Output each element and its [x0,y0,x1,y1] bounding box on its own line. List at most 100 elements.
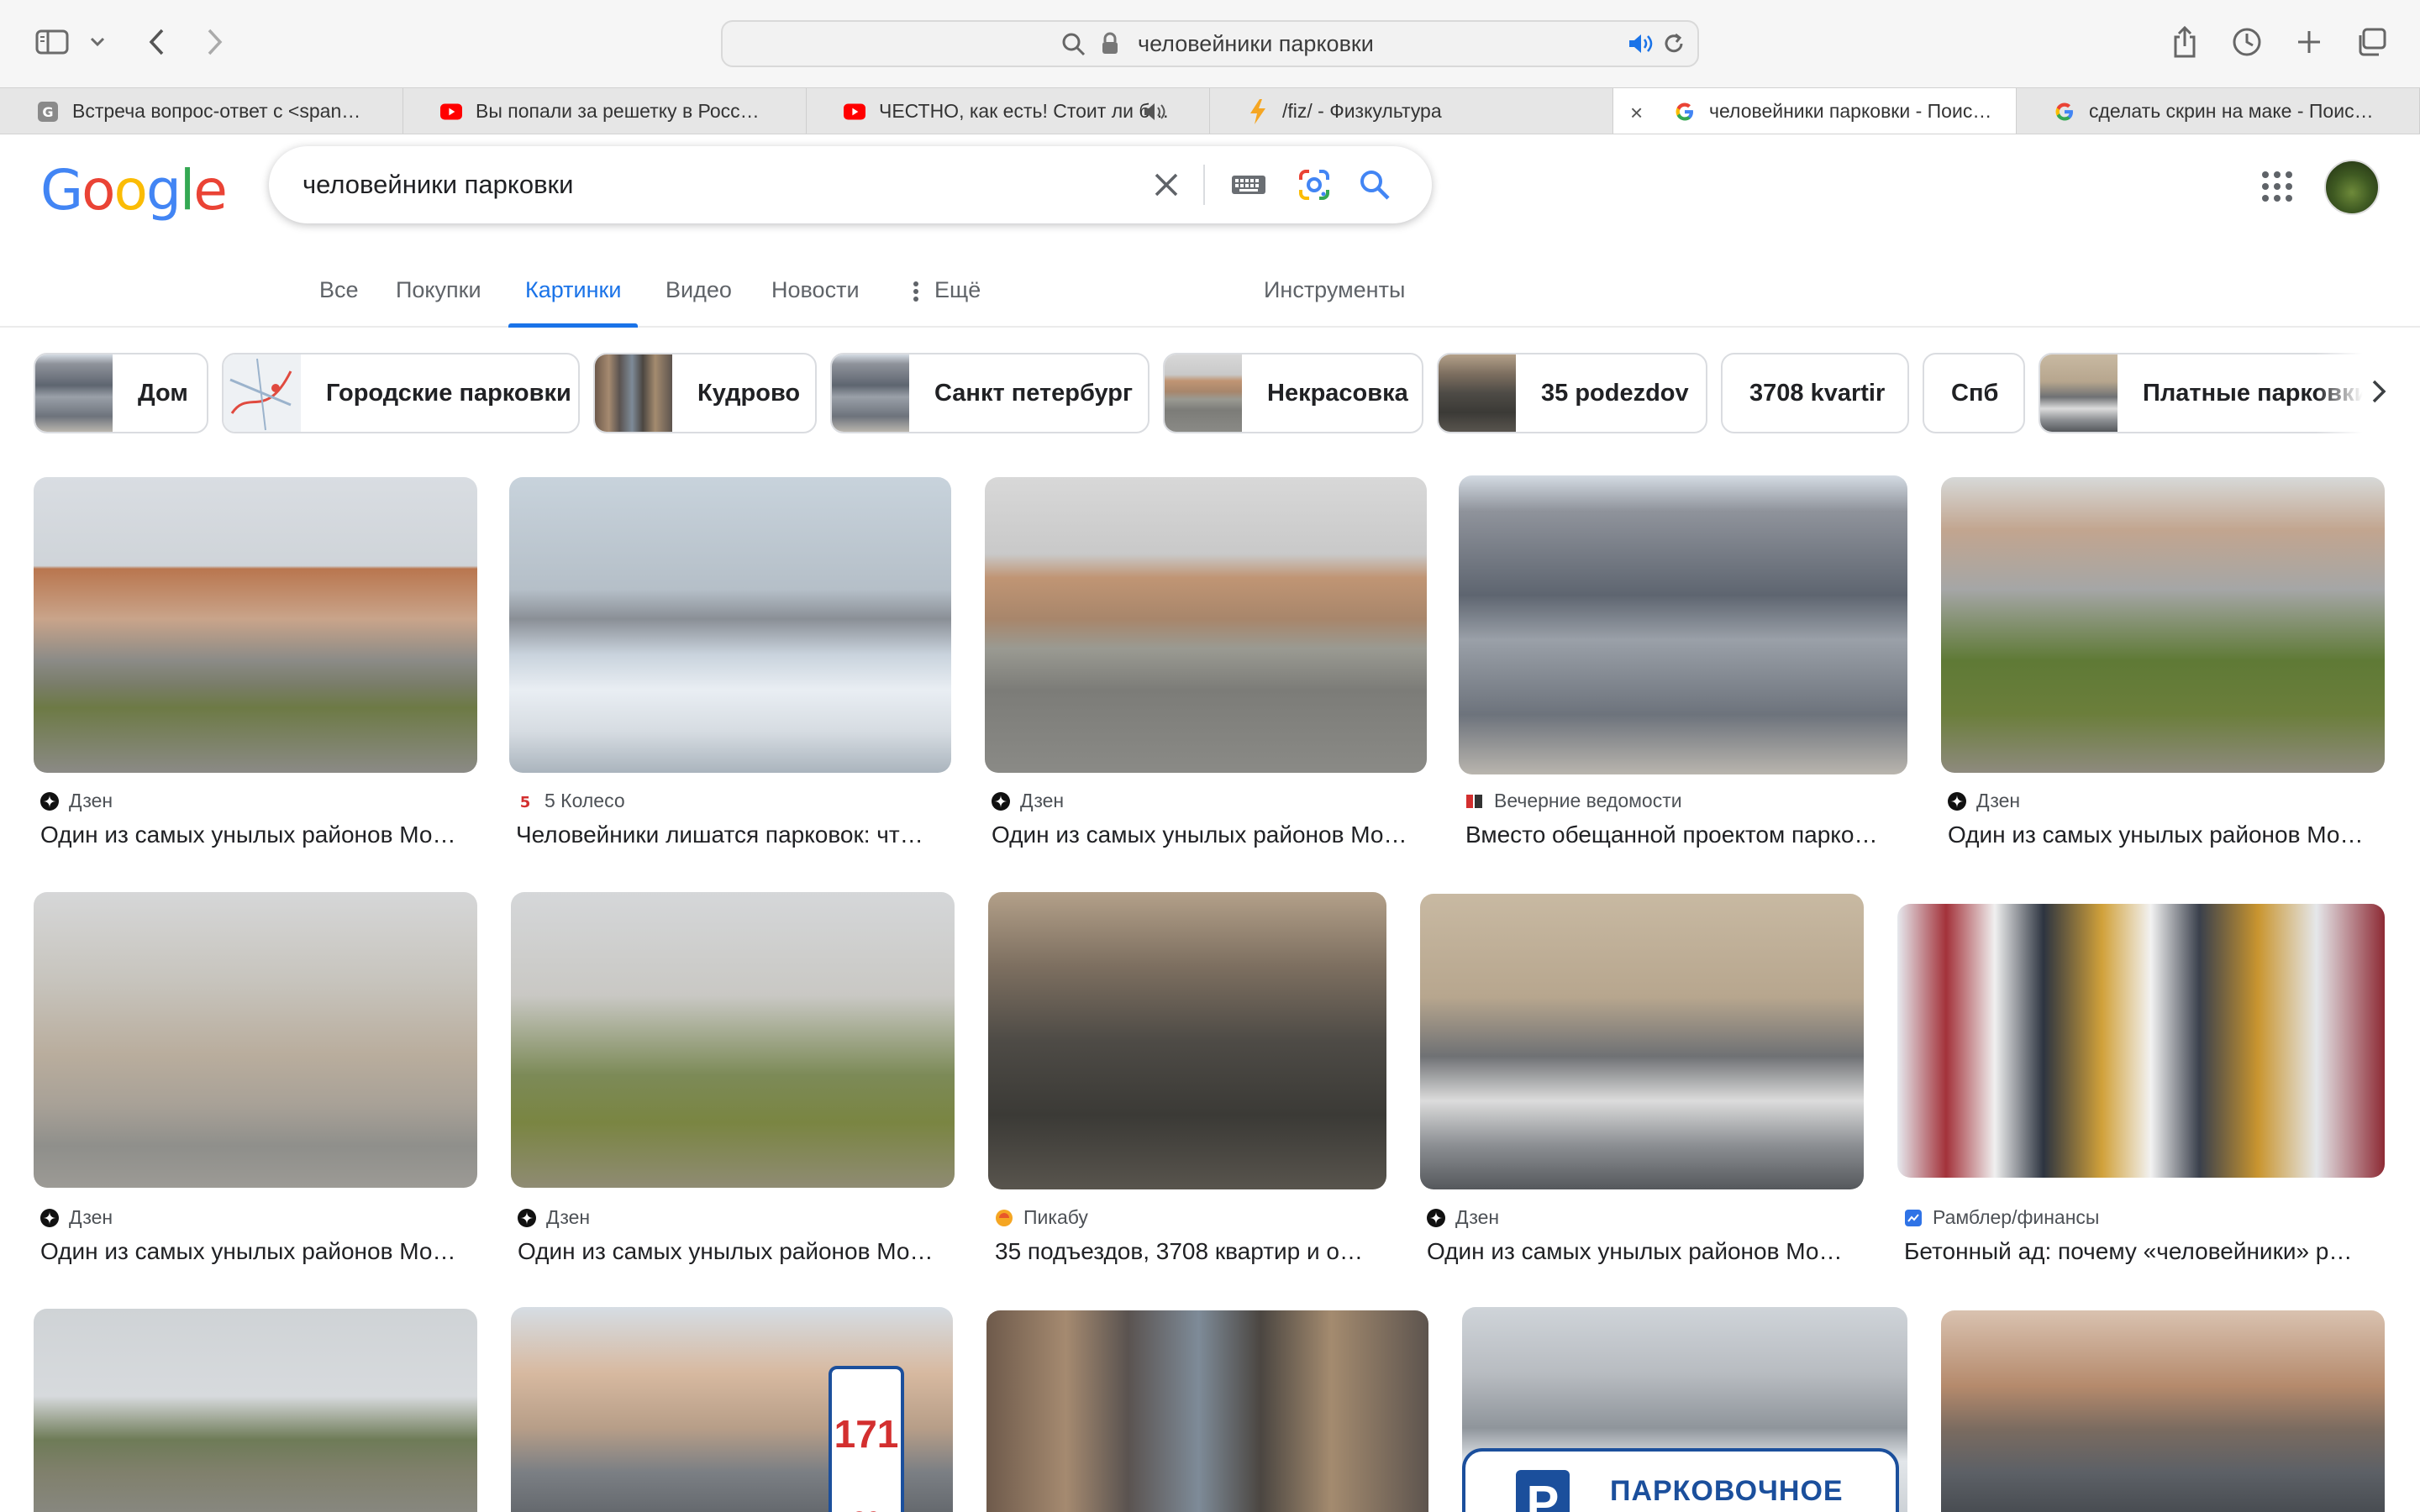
logo-letter: e [193,158,228,223]
result-title[interactable]: Бетонный ад: почему «человейники» р… [1904,1238,2375,1265]
tab-all[interactable]: Все [319,277,359,328]
logo-letter: l [179,158,195,223]
forward-icon[interactable] [198,18,232,66]
chip[interactable]: Дом [34,353,208,433]
result-image[interactable] [1897,904,2385,1178]
speaker-icon[interactable] [1627,32,1655,60]
parking-sign: 171 30 [829,1366,904,1512]
chip[interactable]: 3708 kvartir [1721,353,1909,433]
result-source[interactable]: Дзен [40,1206,113,1229]
result-image[interactable] [988,892,1386,1189]
result-image[interactable] [34,477,477,773]
result-title[interactable]: Один из самых унылых районов Мо… [1948,822,2391,848]
result-title[interactable]: Один из самых унылых районов Мо… [40,1238,484,1265]
chip[interactable]: 35 podezdov [1437,353,1707,433]
tab-shopping[interactable]: Покупки [396,277,481,328]
keyboard-icon[interactable] [1230,166,1267,203]
search-box[interactable]: человейники парковки [269,146,1432,223]
result-source[interactable]: Вечерние ведомости [1465,790,1682,812]
apps-grid-icon[interactable] [2260,170,2294,203]
chip[interactable]: Спб [1923,353,2025,433]
chip[interactable]: Некрасовка [1163,353,1423,433]
speaker-icon[interactable] [1143,102,1168,127]
clear-icon[interactable] [1148,166,1185,203]
logo-letter: G [40,158,83,223]
search-icon[interactable] [1356,166,1393,203]
close-tab-icon[interactable]: × [1630,100,1643,126]
result-image[interactable] [1459,475,1907,774]
tab-news[interactable]: Новости [771,277,860,328]
result-title[interactable]: Один из самых унылых районов Мо… [992,822,1434,848]
google-logo[interactable]: Google [40,158,228,223]
pikabu-icon [995,1209,1013,1227]
logo-letter: o [113,158,148,223]
divider [1203,165,1205,205]
sidebar-toggle-icon[interactable] [32,18,72,66]
tab-more-label: Ещё [934,277,981,302]
reload-icon[interactable] [1662,32,1686,60]
result-source[interactable]: 55 Колесо [516,790,625,812]
chip[interactable]: Городские парковки [222,353,580,433]
result-source[interactable]: Дзен [992,790,1064,812]
dzen-icon [1427,1208,1445,1227]
browser-tab[interactable]: ЧЕСТНО, как есть! Стоит ли б… [807,88,1210,134]
browser-tab[interactable]: сделать скрин на маке - Поис… [2017,88,2420,134]
svg-text:5: 5 [520,794,531,811]
result-image[interactable] [1941,477,2385,773]
google-lens-icon[interactable] [1296,166,1333,203]
new-tab-icon[interactable] [2292,18,2326,66]
logo-letter: g [145,158,182,223]
result-image[interactable] [34,892,477,1188]
result-source[interactable]: Дзен [1948,790,2020,812]
dzen-icon [40,1208,59,1227]
parking-p-icon: P [1516,1470,1570,1512]
address-bar[interactable]: человейники парковки [721,20,1699,67]
result-title[interactable]: 35 подъездов, 3708 квартир и о… [995,1238,1393,1265]
result-image[interactable] [985,477,1427,773]
lock-icon [1101,32,1119,60]
tab-images[interactable]: Картинки [508,277,639,328]
browser-tab[interactable]: /fiz/ - Физкультура [1210,88,1613,134]
browser-tab[interactable]: Вы попали за решетку в Росс… [403,88,807,134]
tab-bar: G Встреча вопрос-ответ с <span… Вы попал… [0,87,2420,134]
tab-more[interactable]: Ещё [913,277,981,328]
tab-overview-icon[interactable] [2354,18,2388,66]
chevron-down-icon[interactable] [87,18,108,66]
result-title[interactable]: Один из самых унылых районов Мо… [518,1238,961,1265]
rambler-icon [1904,1209,1923,1227]
result-source[interactable]: Пикабу [995,1206,1088,1229]
avatar[interactable] [2324,160,2380,215]
share-icon[interactable] [2168,18,2202,66]
result-source[interactable]: Рамблер/финансы [1904,1206,2099,1229]
result-source[interactable]: Дзен [518,1206,590,1229]
result-source[interactable]: Дзен [40,790,113,812]
search-input[interactable]: человейники парковки [302,146,573,223]
result-image[interactable] [509,477,951,773]
result-image[interactable] [1420,894,1864,1189]
youtube-icon [844,102,865,122]
tab-video[interactable]: Видео [666,277,732,328]
result-title[interactable]: Вместо обещанной проектом парко… [1465,822,1914,848]
browser-tab[interactable]: G Встреча вопрос-ответ с <span… [0,88,403,134]
sign-text: ПАРКОВОЧНОЕ [1610,1475,1844,1507]
result-title[interactable]: Один из самых унылых районов Мо… [1427,1238,1870,1265]
result-image[interactable] [34,1309,477,1512]
result-image[interactable]: P ПАРКОВОЧНОЕ [1462,1307,1907,1512]
chips-next-button[interactable] [2316,353,2420,433]
chip-thumbnail [595,354,672,432]
result-image[interactable] [986,1310,1428,1512]
tools-button[interactable]: Инструменты [1264,277,1405,328]
result-source[interactable]: Дзен [1427,1206,1499,1229]
chip-thumbnail [35,354,113,432]
result-title[interactable]: Один из самых унылых районов Мо… [40,822,484,848]
chip[interactable]: Кудрово [593,353,817,433]
result-image[interactable]: 171 30 [511,1307,953,1512]
browser-tab-active[interactable]: × человейники парковки - Поис… [1613,88,2017,134]
history-icon[interactable] [2230,18,2264,66]
google-icon [2054,102,2075,122]
result-image[interactable] [1941,1310,2385,1512]
result-image[interactable] [511,892,955,1188]
result-title[interactable]: Человейники лишатся парковок: чт… [516,822,958,848]
back-icon[interactable] [139,18,173,66]
chip[interactable]: Санкт петербург [830,353,1150,433]
